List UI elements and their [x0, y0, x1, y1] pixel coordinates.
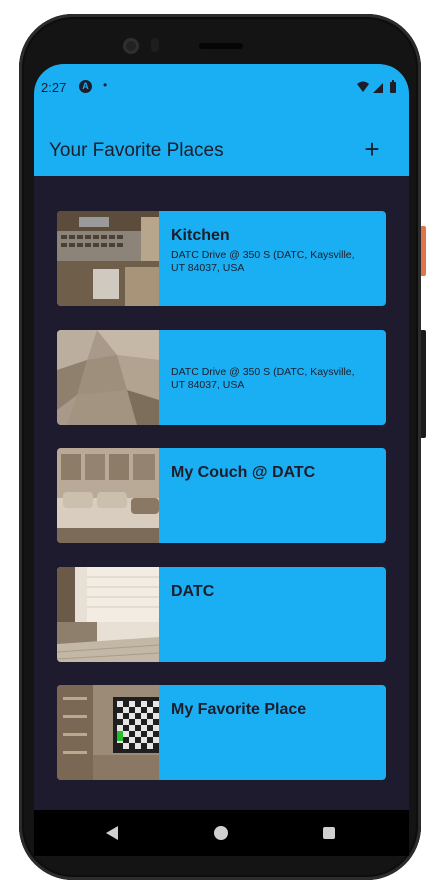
wifi-icon — [357, 81, 369, 92]
app-bar: 2:27 A • Your Favorite Places + — [34, 64, 409, 176]
notification-dot-icon: • — [103, 78, 108, 92]
page-title: Your Favorite Places — [49, 140, 224, 161]
place-card[interactable]: My Couch @ DATC — [57, 448, 386, 543]
place-card[interactable]: My Favorite Place — [57, 685, 386, 780]
recents-icon[interactable] — [323, 827, 335, 839]
signal-icon — [373, 83, 383, 93]
place-title: My Favorite Place — [171, 701, 307, 718]
sensor — [151, 38, 159, 52]
status-icons — [357, 80, 396, 93]
place-thumbnail — [57, 330, 159, 425]
place-address: DATC Drive @ 350 S (DATC, Kaysville, UT … — [171, 366, 355, 391]
place-thumbnail — [57, 685, 159, 780]
front-camera — [123, 38, 139, 54]
place-card[interactable]: DATC — [57, 567, 386, 662]
app-notification-icon: A — [79, 80, 92, 93]
battery-icon — [390, 82, 396, 93]
status-time: 2:27 — [41, 80, 67, 95]
place-thumbnail — [57, 448, 159, 543]
place-address: DATC Drive @ 350 S (DATC, Kaysville, UT … — [171, 249, 355, 274]
volume-button — [421, 330, 426, 438]
home-icon[interactable] — [214, 826, 228, 840]
place-thumbnail — [57, 211, 159, 306]
place-title: Kitchen — [171, 227, 230, 244]
status-bar: 2:27 A • — [34, 76, 409, 100]
power-button — [421, 226, 426, 276]
place-title: DATC — [171, 583, 215, 600]
place-thumbnail — [57, 567, 159, 662]
screen: 2:27 A • Your Favorite Places + Kitchen … — [34, 64, 409, 856]
earpiece-speaker — [199, 43, 243, 49]
back-icon[interactable] — [106, 826, 118, 840]
place-card[interactable]: DATC Drive @ 350 S (DATC, Kaysville, UT … — [57, 330, 386, 425]
place-card[interactable]: Kitchen DATC Drive @ 350 S (DATC, Kaysvi… — [57, 211, 386, 306]
system-nav-bar — [34, 810, 409, 856]
place-title: My Couch @ DATC — [171, 464, 316, 481]
add-place-button[interactable]: + — [359, 136, 385, 162]
